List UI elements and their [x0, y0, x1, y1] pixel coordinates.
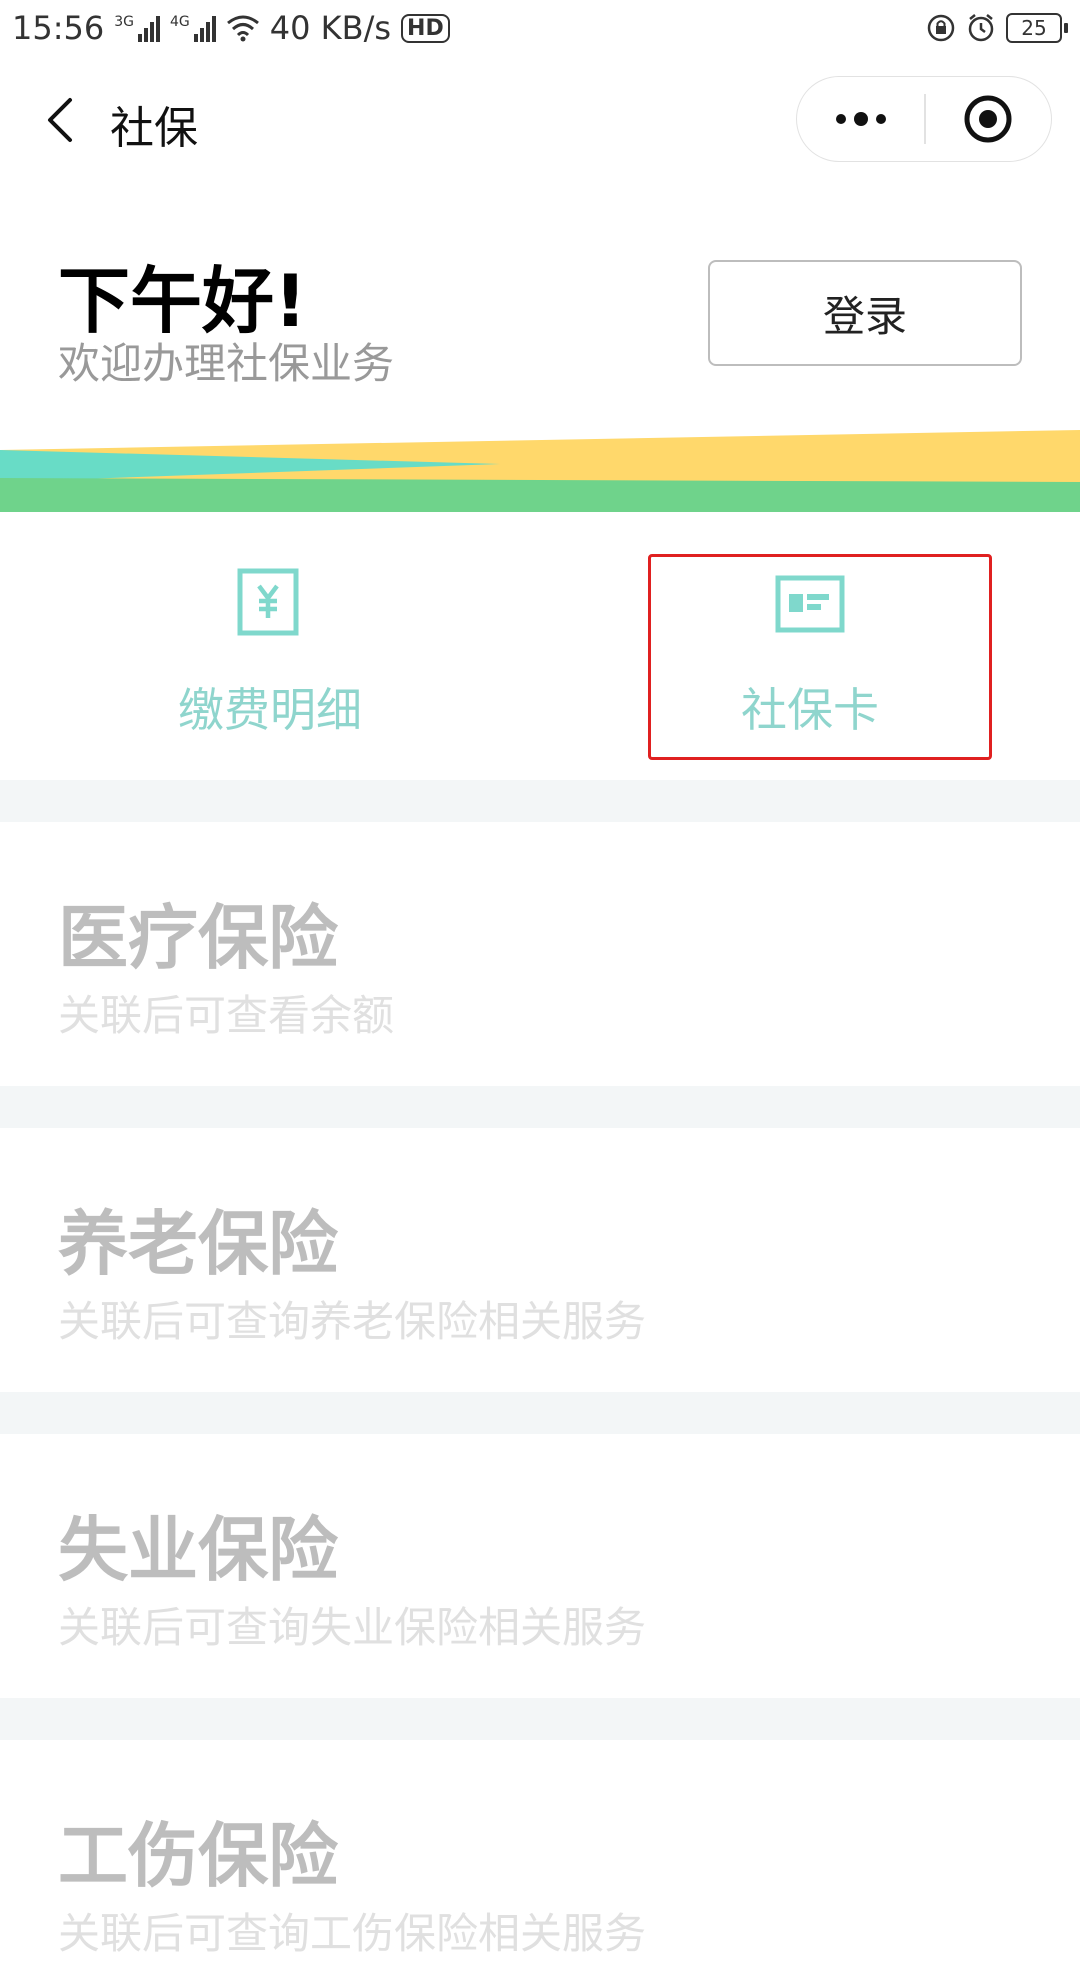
rotation-lock-icon — [927, 14, 955, 42]
card-work-injury-insurance[interactable]: 工伤保险 关联后可查询工伤保险相关服务 — [0, 1740, 1080, 1958]
battery-level: 25 — [1006, 13, 1062, 43]
highlight-box — [648, 554, 992, 760]
card-unemployment-insurance[interactable]: 失业保险 关联后可查询失业保险相关服务 — [0, 1434, 1080, 1698]
section-gap — [0, 1698, 1080, 1740]
card-description: 关联后可查询养老保险相关服务 — [58, 1297, 647, 1346]
close-miniprogram-button[interactable] — [926, 77, 1051, 161]
yuan-bill-icon — [237, 568, 299, 636]
decorative-band — [0, 430, 1080, 512]
chevron-left-icon — [48, 98, 72, 142]
signal-4g-icon: 4G — [170, 14, 216, 42]
card-description: 关联后可查询工伤保险相关服务 — [58, 1909, 647, 1958]
page-title: 社保 — [110, 103, 198, 154]
payment-details-label: 缴费明细 — [178, 683, 362, 737]
section-gap — [0, 780, 1080, 822]
signal-3g-icon: 3G — [114, 14, 160, 42]
card-medical-insurance[interactable]: 医疗保险 关联后可查看余额 — [0, 822, 1080, 1086]
battery-icon: 25 — [1006, 13, 1068, 43]
status-bar: 15:56 3G 4G 40 KB/s HD 25 — [0, 0, 1080, 56]
status-right: 25 — [926, 13, 1068, 43]
section-gap — [0, 1086, 1080, 1128]
miniprogram-capsule — [796, 76, 1052, 162]
network-speed: 40 KB/s — [269, 9, 392, 47]
more-button[interactable] — [797, 77, 924, 161]
payment-details-button[interactable]: 缴费明细 — [0, 512, 540, 780]
card-description: 关联后可查询失业保险相关服务 — [58, 1603, 647, 1652]
card-title: 养老保险 — [58, 1203, 338, 1285]
nav-bar: 社保 — [0, 70, 1080, 170]
status-time: 15:56 — [12, 9, 105, 47]
card-title: 失业保险 — [58, 1509, 338, 1591]
alarm-icon — [968, 14, 994, 42]
section-gap — [0, 1392, 1080, 1434]
hd-voice-icon: HD — [401, 13, 450, 43]
greeting-subtitle: 欢迎办理社保业务 — [58, 339, 395, 388]
card-pension-insurance[interactable]: 养老保险 关联后可查询养老保险相关服务 — [0, 1128, 1080, 1392]
card-title: 工伤保险 — [58, 1815, 338, 1897]
target-close-icon — [964, 95, 1012, 143]
back-button[interactable] — [30, 90, 90, 150]
card-title: 医疗保险 — [58, 897, 338, 979]
wifi-icon — [226, 15, 259, 42]
status-left: 15:56 3G 4G 40 KB/s HD — [12, 9, 450, 47]
more-dots-icon — [835, 112, 886, 126]
login-button[interactable]: 登录 — [708, 260, 1022, 366]
card-description: 关联后可查看余额 — [58, 991, 395, 1040]
